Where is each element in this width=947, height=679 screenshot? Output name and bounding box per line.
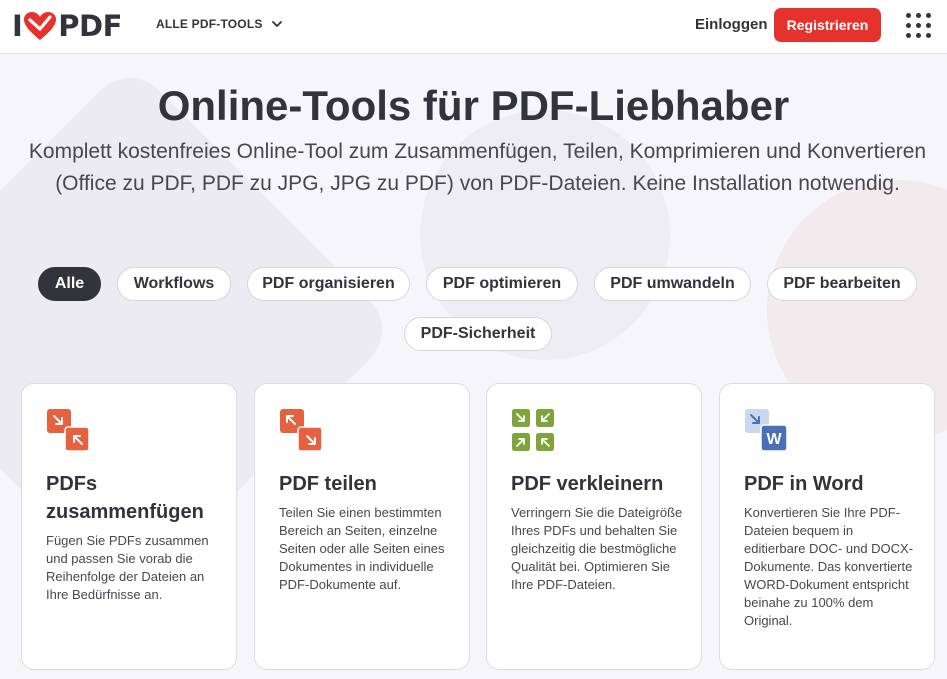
login-link[interactable]: Einloggen: [695, 16, 768, 33]
filter-edit[interactable]: PDF bearbeiten: [767, 267, 917, 301]
filter-workflows[interactable]: Workflows: [117, 267, 231, 301]
filter-optimize[interactable]: PDF optimieren: [426, 267, 578, 301]
merge-icon: [47, 409, 90, 452]
filter-convert[interactable]: PDF umwandeln: [594, 267, 751, 301]
register-button[interactable]: Registrieren: [774, 8, 881, 42]
tool-card-description: Teilen Sie einen bestimmten Bereich an S…: [279, 505, 445, 592]
logo-letter: I: [12, 8, 23, 43]
page-title: Online-Tools für PDF-Liebhaber: [157, 82, 790, 129]
compress-icon: [512, 409, 554, 451]
tool-card-merge[interactable]: PDFs zusammenfügen Fügen Sie PDFs zusamm…: [21, 383, 237, 670]
word-icon-letter: W: [766, 431, 782, 448]
filter-security[interactable]: PDF-Sicherheit: [404, 317, 552, 351]
logo-word: PDF: [58, 8, 122, 43]
heart-icon: [24, 12, 57, 40]
tool-card-compress[interactable]: PDF verkleinern Verringern Sie die Datei…: [486, 383, 702, 670]
apps-grid-icon[interactable]: [906, 13, 932, 39]
ilovepdf-logo[interactable]: I PDF: [12, 9, 122, 43]
page-subtitle: Komplett kostenfreies Online-Tool zum Zu…: [28, 140, 927, 195]
all-pdf-tools-label: ALLE PDF-TOOLS: [156, 17, 263, 31]
chevron-down-icon: [271, 21, 282, 27]
top-navbar: I PDF ALLE PDF-TOOLS Einloggen Registrie…: [0, 0, 947, 54]
tool-card-title: PDF teilen: [279, 473, 377, 495]
tool-card-description: Konvertieren Sie Ihre PDF-Dateien bequem…: [744, 505, 914, 628]
tool-card-split[interactable]: PDF teilen Teilen Sie einen bestimmten B…: [254, 383, 470, 670]
word-icon: W: [745, 409, 788, 452]
tool-card-title: PDFs zusammenfügen: [46, 473, 204, 523]
split-icon: [280, 409, 323, 452]
tool-card-title: PDF verkleinern: [511, 473, 664, 495]
filter-organize[interactable]: PDF organisieren: [247, 267, 410, 301]
filter-all[interactable]: Alle: [38, 267, 101, 301]
tool-card-title: PDF in Word: [744, 473, 864, 495]
tool-card-description: Fügen Sie PDFs zusammen und passen Sie v…: [46, 533, 209, 602]
tool-card-description: Verringern Sie die Dateigröße Ihres PDFs…: [511, 505, 683, 592]
all-pdf-tools-menu[interactable]: ALLE PDF-TOOLS: [156, 17, 283, 31]
tool-card-pdf-to-word[interactable]: W PDF in Word Konvertieren Sie Ihre PDF-…: [719, 383, 935, 670]
